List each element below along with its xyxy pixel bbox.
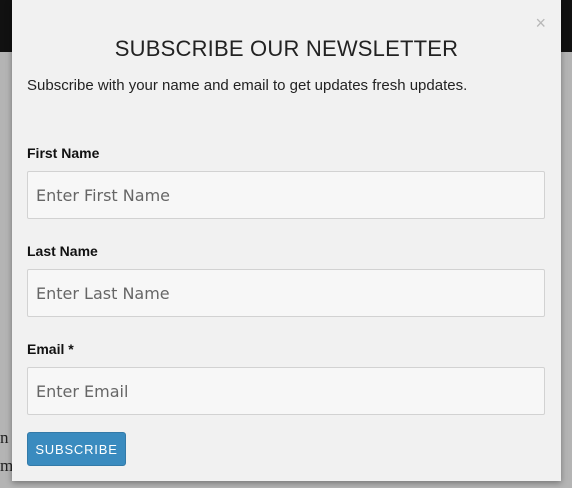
last-name-label: Last Name [27,243,98,259]
last-name-input[interactable] [27,269,545,317]
modal-title: SUBSCRIBE OUR NEWSLETTER [114,36,459,61]
email-input[interactable] [27,367,545,415]
subscribe-button[interactable]: SUBSCRIBE [27,432,126,466]
close-icon[interactable]: × [535,14,546,32]
background-text: n [0,428,9,447]
first-name-label: First Name [27,145,100,161]
newsletter-modal: × SUBSCRIBE OUR NEWSLETTER Subscribe wit… [12,0,561,481]
modal-description: Subscribe with your name and email to ge… [27,77,468,94]
first-name-input[interactable] [27,171,545,219]
email-label: Email * [27,341,74,357]
